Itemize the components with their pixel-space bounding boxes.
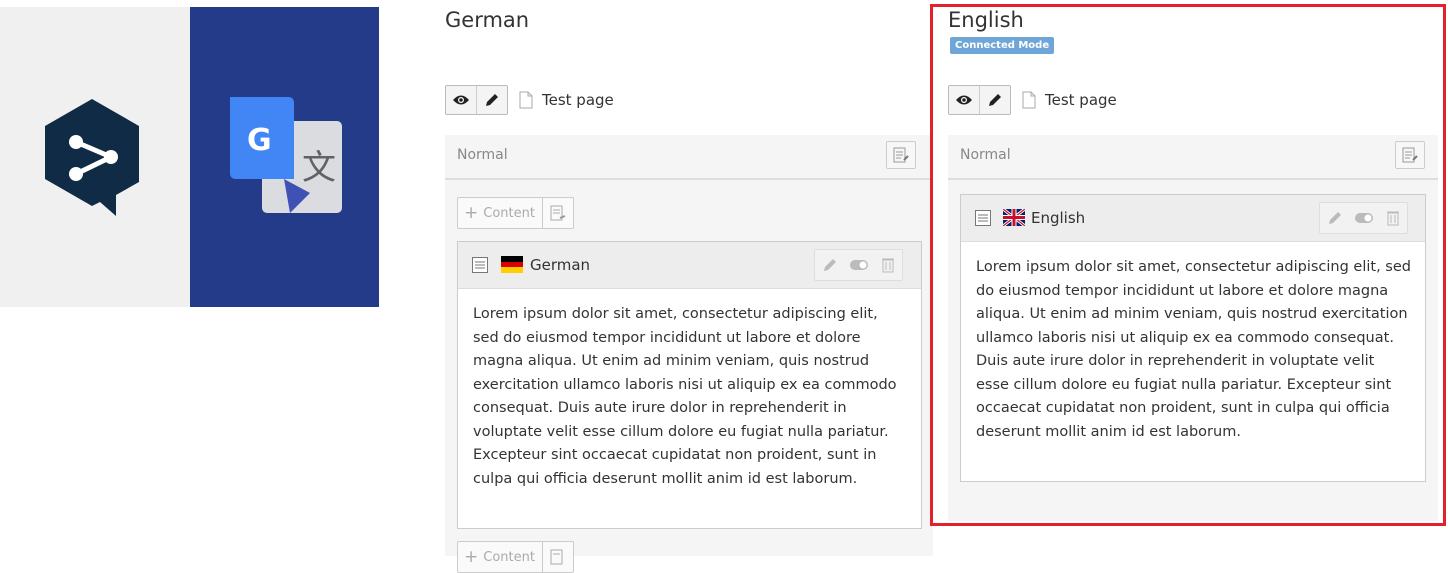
element-toolbar: [814, 249, 903, 281]
paste-icon: [541, 198, 573, 228]
add-content-button-bottom[interactable]: + Content: [457, 541, 574, 573]
content-element-body: Lorem ipsum dolor sit amet, consectetur …: [473, 306, 897, 487]
eye-icon: [453, 95, 469, 105]
page-title: Test page: [542, 91, 614, 109]
google-translate-logo-panel: G 文: [190, 7, 379, 307]
edit-element-button[interactable]: [815, 250, 844, 280]
text-element-icon: [472, 257, 488, 273]
highlight-frame: [930, 4, 1446, 526]
flag-germany-icon: [501, 256, 523, 273]
column-label-normal: Normal: [457, 147, 508, 163]
edit-page-button[interactable]: [476, 86, 507, 114]
column-title-german: German: [445, 8, 530, 32]
svg-text:G: G: [247, 123, 272, 158]
paste-icon: [541, 542, 573, 572]
pencil-icon: [823, 259, 836, 271]
content-element-header: German: [458, 242, 921, 289]
add-content-label: Content: [483, 549, 535, 565]
google-translate-logo: G 文: [230, 97, 342, 213]
page-icon: [519, 91, 533, 109]
edit-column-icon: [893, 147, 909, 163]
pencil-icon: [486, 94, 498, 106]
deepl-logo-panel: [0, 7, 190, 307]
svg-text:文: 文: [302, 148, 336, 188]
toggle-icon: [849, 260, 868, 270]
toggle-visibility-button[interactable]: [844, 250, 873, 280]
content-element-title: German: [530, 256, 591, 274]
content-element-card-german: German Lorem ipsum dolor sit amet, conse…: [457, 241, 922, 529]
column-divider: [445, 178, 933, 180]
delete-element-button[interactable]: [873, 250, 902, 280]
add-content-button[interactable]: + Content: [457, 197, 574, 229]
view-edit-button-group: [445, 85, 508, 115]
plus-icon: +: [464, 203, 479, 223]
deepl-logo: [45, 99, 139, 216]
plus-icon: +: [464, 547, 479, 567]
edit-column-button[interactable]: [886, 141, 916, 169]
trash-icon: [881, 258, 894, 273]
view-button[interactable]: [446, 86, 476, 114]
add-content-label: Content: [483, 205, 535, 221]
